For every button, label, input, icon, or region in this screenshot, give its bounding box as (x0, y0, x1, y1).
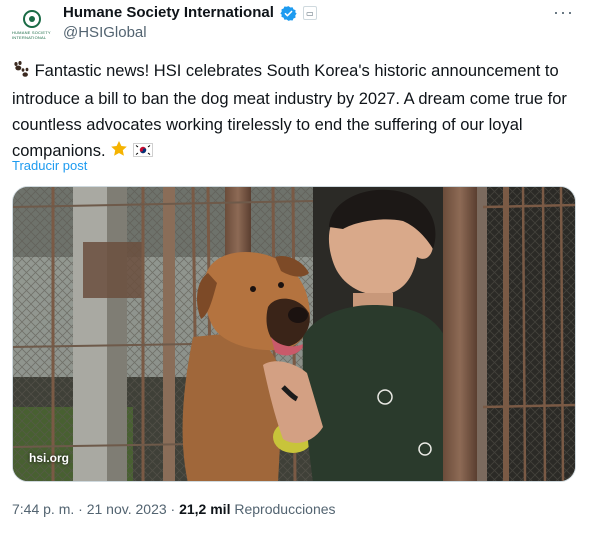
affiliate-badge-icon[interactable]: ▭ (302, 6, 317, 20)
paw-prints-icon (12, 60, 30, 86)
handle[interactable]: @HSIGlobal (63, 23, 147, 43)
meta-separator: · (78, 501, 83, 517)
south-korea-flag-icon (132, 140, 153, 166)
views-count: 21,2 mil (179, 501, 231, 517)
tweet: HUMANE SOCIETY INTERNATIONAL Humane Soci… (0, 0, 594, 533)
post-date[interactable]: 21 nov. 2023 (87, 501, 167, 517)
post-time[interactable]: 7:44 p. m. (12, 501, 74, 517)
star-icon (110, 140, 128, 166)
author-row: Humane Society International ▭ (63, 3, 317, 23)
avatar-text: HUMANE SOCIETY INTERNATIONAL (12, 30, 51, 40)
avatar[interactable]: HUMANE SOCIETY INTERNATIONAL (12, 4, 52, 44)
tweet-photo[interactable]: hsi.org (12, 186, 576, 482)
photo-watermark: hsi.org (29, 451, 70, 465)
tweet-text: Fantastic news! HSI celebrates South Kor… (12, 58, 584, 166)
hsi-logo-seal (23, 10, 41, 28)
meta-separator: · (170, 501, 176, 517)
tweet-body: Fantastic news! HSI celebrates South Kor… (12, 62, 572, 160)
tweet-meta: 7:44 p. m. · 21 nov. 2023 · 21,2 mil Rep… (12, 499, 336, 519)
more-icon[interactable]: ··· (553, 2, 574, 22)
translate-post-link[interactable]: Traducir post (12, 157, 87, 175)
views-label: Reproducciones (234, 501, 336, 517)
display-name[interactable]: Humane Society International (63, 3, 274, 23)
photo-illustration (13, 187, 575, 481)
verified-badge-icon[interactable] (280, 5, 297, 22)
